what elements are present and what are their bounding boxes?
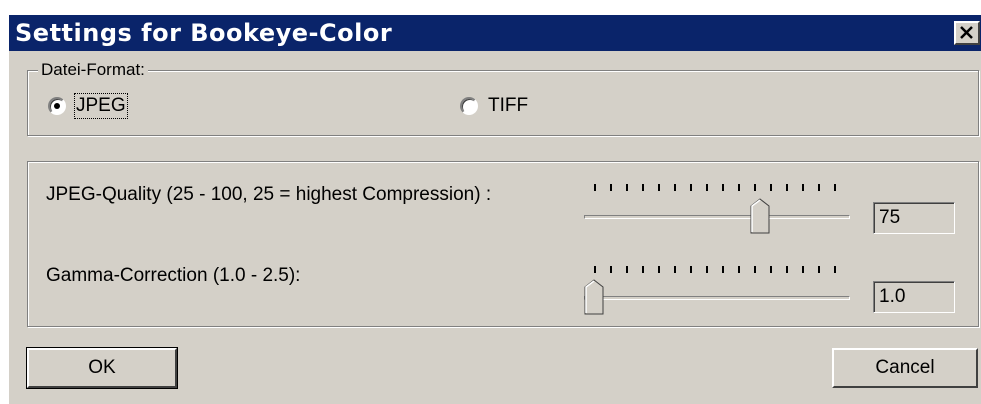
- window-title: Settings for Bookeye-Color: [15, 19, 393, 47]
- radio-tiff-indicator[interactable]: [460, 97, 478, 115]
- gamma-track: [584, 296, 850, 300]
- settings-dialog: Settings for Bookeye-Color Datei-Format:…: [8, 14, 981, 404]
- format-groupbox: Datei-Format: JPEG TIFF: [27, 60, 979, 136]
- radio-jpeg[interactable]: JPEG: [48, 93, 128, 119]
- title-bar[interactable]: Settings for Bookeye-Color: [9, 15, 981, 51]
- settings-groupbox: JPEG-Quality (25 - 100, 25 = highest Com…: [27, 161, 979, 327]
- jpeg-quality-value[interactable]: 75: [873, 202, 955, 234]
- slider-thumb-icon: [584, 279, 604, 315]
- gamma-value[interactable]: 1.0: [873, 281, 955, 313]
- radio-jpeg-indicator[interactable]: [48, 97, 66, 115]
- radio-jpeg-label: JPEG: [74, 93, 128, 119]
- jpeg-quality-slider-thumb[interactable]: [750, 198, 770, 234]
- close-icon: [960, 26, 973, 39]
- gamma-slider-thumb[interactable]: [584, 279, 604, 315]
- radio-tiff[interactable]: TIFF: [460, 95, 528, 117]
- gamma-ticks: [594, 266, 864, 274]
- gamma-label: Gamma-Correction (1.0 - 2.5):: [46, 265, 301, 286]
- jpeg-quality-track: [584, 215, 850, 219]
- jpeg-quality-ticks: [594, 184, 864, 192]
- cancel-button[interactable]: Cancel: [832, 348, 978, 388]
- slider-thumb-icon: [750, 198, 770, 234]
- ok-button[interactable]: OK: [26, 347, 178, 389]
- radio-tiff-label: TIFF: [488, 95, 529, 116]
- close-button[interactable]: [954, 21, 980, 45]
- jpeg-quality-label: JPEG-Quality (25 - 100, 25 = highest Com…: [46, 184, 492, 205]
- format-legend: Datei-Format:: [38, 60, 148, 80]
